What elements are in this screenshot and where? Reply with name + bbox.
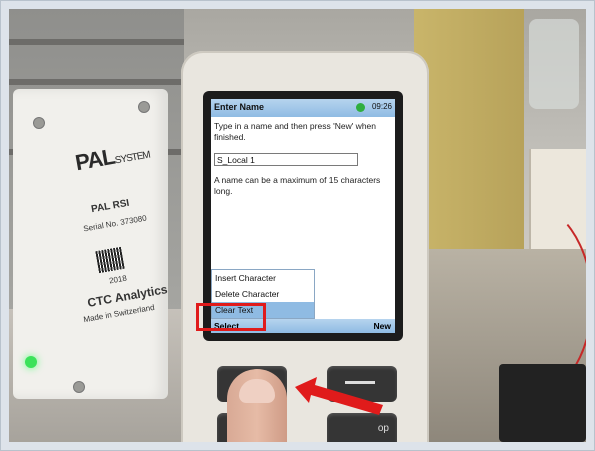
instruction-text: Type in a name and then press 'New' when… bbox=[214, 121, 377, 142]
stop-button[interactable]: op bbox=[327, 413, 397, 442]
shelf bbox=[9, 39, 184, 45]
menu-item-delete-character[interactable]: Delete Character bbox=[212, 286, 314, 302]
softkey-new[interactable]: New bbox=[374, 321, 391, 331]
clock: 09:26 bbox=[371, 102, 392, 111]
red-arrow-icon bbox=[295, 377, 383, 415]
device-screen: Enter Name 09:26 Type in a name and then… bbox=[211, 99, 395, 333]
screen-titlebar: Enter Name 09:26 bbox=[211, 99, 395, 117]
screw bbox=[138, 101, 150, 113]
barcode bbox=[95, 246, 125, 274]
photo-background: PALSYSTEM PAL RSI Serial No. 373080 2018… bbox=[9, 9, 586, 442]
stop-label: op bbox=[377, 423, 389, 434]
pal-module: PALSYSTEM PAL RSI Serial No. 373080 2018… bbox=[13, 89, 169, 399]
finger bbox=[227, 369, 287, 442]
status-led bbox=[25, 356, 37, 368]
screw bbox=[33, 117, 45, 129]
pal-logo: PALSYSTEM bbox=[73, 143, 151, 176]
date-label: 2018 bbox=[108, 273, 128, 286]
brand-label: CTC Analytics bbox=[86, 282, 169, 310]
hint-text: A name can be a maximum of 15 characters… bbox=[214, 175, 381, 196]
glassware bbox=[529, 19, 579, 109]
select-highlight-box bbox=[196, 303, 266, 331]
serial-label: Serial No. 373080 bbox=[82, 213, 148, 234]
power-supply bbox=[499, 364, 586, 442]
model-label: PAL RSI bbox=[90, 197, 131, 216]
screw bbox=[73, 381, 85, 393]
fingernail bbox=[239, 379, 275, 403]
menu-item-insert-character[interactable]: Insert Character bbox=[212, 270, 314, 286]
shelf bbox=[9, 79, 184, 85]
screen-title: Enter Name bbox=[214, 102, 265, 112]
status-icon bbox=[356, 103, 365, 112]
name-input[interactable]: S_Local 1 bbox=[214, 153, 358, 166]
